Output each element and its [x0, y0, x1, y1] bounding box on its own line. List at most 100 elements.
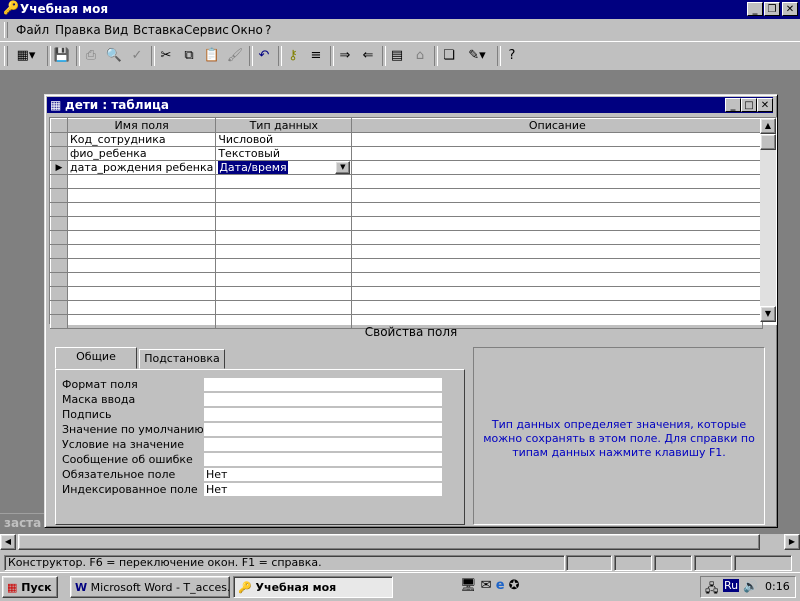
taskbar-word-button[interactable]: W Microsoft Word - T_acces... [70, 576, 230, 598]
field-name-cell[interactable]: дата_рождения ребенка [66, 160, 217, 175]
property-value-validation-rule[interactable] [204, 438, 442, 451]
description-cell[interactable] [351, 300, 764, 315]
empty-table-row[interactable] [50, 272, 764, 287]
scroll-down-button[interactable]: ▼ [760, 306, 776, 322]
current-row-selector[interactable]: ▶ [50, 160, 68, 175]
row-selector[interactable] [50, 244, 68, 259]
preview-button[interactable]: 🔍 [103, 45, 125, 67]
description-cell[interactable] [351, 174, 764, 189]
build-button[interactable]: ⌂ [409, 45, 431, 67]
row-selector[interactable] [50, 188, 68, 203]
internet-explorer-icon[interactable]: e [496, 578, 505, 593]
save-button[interactable]: 💾 [51, 45, 73, 67]
field-name-cell[interactable] [66, 272, 217, 287]
field-name-cell[interactable] [66, 300, 217, 315]
empty-table-row[interactable] [50, 202, 764, 217]
database-window-button[interactable]: ❏ [438, 45, 460, 67]
column-header-description[interactable]: Описание [351, 118, 764, 133]
menu-window[interactable]: Окно [231, 23, 263, 37]
row-selector[interactable] [50, 202, 68, 217]
close-button[interactable]: ✕ [782, 2, 798, 16]
tab-lookup[interactable]: Подстановка [139, 349, 225, 369]
properties-button[interactable]: ▤ [386, 45, 408, 67]
data-type-cell[interactable] [215, 286, 353, 301]
table-row-current[interactable]: ▶ дата_рождения ребенка Дата/время ▼ [50, 160, 764, 175]
property-value-caption[interactable] [204, 408, 442, 421]
format-painter-button[interactable]: 🖌 [224, 45, 246, 67]
description-cell[interactable] [351, 272, 764, 287]
description-cell[interactable] [351, 216, 764, 231]
column-header-field-name[interactable]: Имя поля [66, 118, 217, 133]
property-value-default[interactable] [204, 423, 442, 436]
data-type-cell[interactable] [215, 230, 353, 245]
primary-key-button[interactable]: ⚷ [282, 45, 304, 67]
property-value-validation-text[interactable] [204, 453, 442, 466]
row-selector[interactable] [50, 272, 68, 287]
property-value-required[interactable]: Нет [204, 468, 442, 481]
child-close-button[interactable]: ✕ [757, 98, 773, 112]
spell-button[interactable]: ✓ [126, 45, 148, 67]
indexes-button[interactable]: ≡ [305, 45, 327, 67]
menu-edit[interactable]: Правка [55, 23, 101, 37]
data-type-cell[interactable] [215, 300, 353, 315]
data-type-selected-value[interactable]: Дата/время [218, 161, 288, 174]
tab-general[interactable]: Общие [55, 347, 137, 369]
child-minimize-button[interactable]: _ [725, 98, 741, 112]
empty-table-row[interactable] [50, 216, 764, 231]
empty-table-row[interactable] [50, 188, 764, 203]
minimize-button[interactable]: _ [747, 2, 763, 16]
start-button[interactable]: ▦ Пуск [2, 576, 58, 598]
data-type-cell[interactable] [215, 216, 353, 231]
menu-tools[interactable]: Сервис [184, 23, 229, 37]
row-selector[interactable] [50, 258, 68, 273]
restore-button[interactable]: ❐ [764, 2, 780, 16]
data-type-combo[interactable]: Дата/время ▼ [215, 160, 353, 175]
view-button[interactable]: ▦▾ [9, 45, 43, 67]
outlook-icon[interactable]: ✉ [481, 578, 492, 593]
row-selector[interactable] [50, 216, 68, 231]
row-selector[interactable] [50, 230, 68, 245]
empty-table-row[interactable] [50, 286, 764, 301]
field-name-cell[interactable] [66, 230, 217, 245]
row-selector[interactable] [50, 132, 68, 147]
property-value-input-mask[interactable] [204, 393, 442, 406]
data-type-cell[interactable] [215, 258, 353, 273]
app-title-bar[interactable]: 🔑 Учебная моя _ ❐ ✕ [0, 0, 800, 19]
description-cell[interactable] [351, 132, 764, 147]
data-type-cell[interactable]: Числовой [215, 132, 353, 147]
field-name-cell[interactable] [66, 188, 217, 203]
mdi-horizontal-scrollbar[interactable]: ◀ ▶ [0, 534, 800, 550]
table-row[interactable]: фио_ребенка Текстовый [50, 146, 764, 161]
scroll-up-button[interactable]: ▲ [760, 118, 776, 134]
channels-icon[interactable]: ✪ [509, 578, 520, 593]
row-selector[interactable] [50, 300, 68, 315]
help-button[interactable]: ? [501, 45, 523, 67]
network-icon[interactable]: 🖧 [705, 579, 718, 600]
description-cell[interactable] [351, 160, 764, 175]
copy-button[interactable]: ⧉ [178, 45, 200, 67]
paste-button[interactable]: 📋 [201, 45, 223, 67]
field-name-cell[interactable] [66, 174, 217, 189]
column-header-data-type[interactable]: Тип данных [215, 118, 353, 133]
scroll-right-button[interactable]: ▶ [784, 534, 800, 550]
print-button[interactable]: ⎙ [80, 45, 102, 67]
description-cell[interactable] [351, 188, 764, 203]
table-window-title-bar[interactable]: ▦ дети : таблица _ □ ✕ [47, 97, 773, 113]
field-name-cell[interactable] [66, 244, 217, 259]
new-object-button[interactable]: ✎▾ [461, 45, 493, 67]
empty-table-row[interactable] [50, 174, 764, 189]
field-name-cell[interactable] [66, 258, 217, 273]
data-type-cell[interactable] [215, 244, 353, 259]
clock[interactable]: 0:16 [765, 580, 790, 593]
volume-icon[interactable]: 🔊 [743, 579, 758, 593]
delete-rows-button[interactable]: ⇐ [357, 45, 379, 67]
empty-table-row[interactable] [50, 258, 764, 273]
property-value-indexed[interactable]: Нет [204, 483, 442, 496]
row-selector[interactable] [50, 174, 68, 189]
data-type-dropdown-button[interactable]: ▼ [335, 161, 351, 174]
description-cell[interactable] [351, 244, 764, 259]
grid-scroll-thumb[interactable] [760, 134, 776, 150]
description-cell[interactable] [351, 230, 764, 245]
field-name-cell[interactable] [66, 202, 217, 217]
scroll-left-button[interactable]: ◀ [0, 534, 16, 550]
